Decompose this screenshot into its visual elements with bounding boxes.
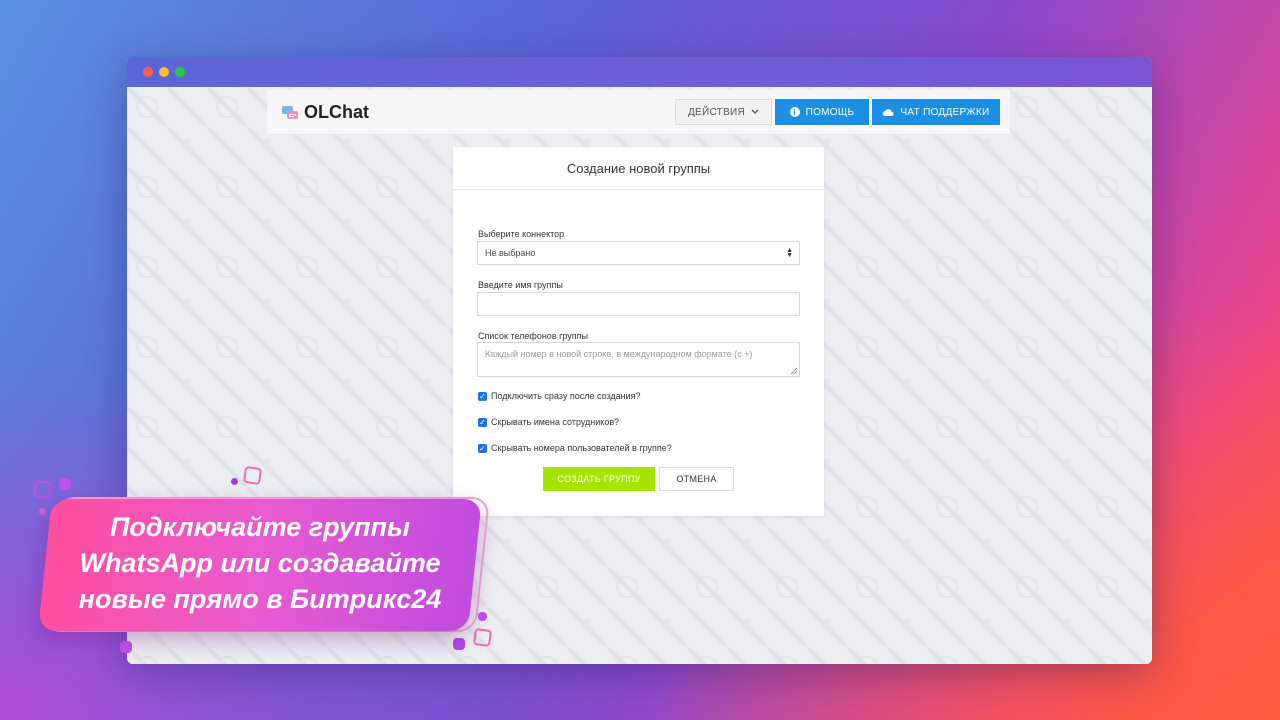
checkbox-connect-after-create[interactable]: ✓ Подключить сразу после создания? [478,391,641,401]
select-arrows-icon: ▲ ▼ [786,247,793,259]
app-header: OLChat ДЕЙСТВИЯ i ПОМОЩЬ ЧАТ ПОДДЕРЖКИ [267,90,1010,135]
resize-grip-icon[interactable] [791,368,797,374]
cancel-button[interactable]: ОТМЕНА [659,467,734,491]
help-label: ПОМОЩЬ [805,106,855,118]
promo-line-1: Подключайте группы [109,512,411,542]
actions-label: ДЕЙСТВИЯ [687,106,746,118]
checkbox-label: Подключить сразу после создания? [491,391,641,401]
checkbox-label: Скрывать имена сотрудников? [491,417,620,427]
minimize-window-button[interactable] [159,67,169,77]
form-title: Создание новой группы [453,147,824,190]
info-icon: i [789,107,800,117]
checkbox-checked-icon[interactable]: ✓ [478,443,487,453]
decor-square [478,612,487,621]
checkbox-checked-icon[interactable]: ✓ [478,417,487,427]
decor-square [32,479,53,500]
window-titlebar [127,57,1152,87]
checkbox-hide-employee-names[interactable]: ✓ Скрывать имена сотрудников? [478,417,619,427]
chat-bubbles-icon [282,106,298,119]
promo-banner-text: Подключайте группы WhatsApp или создавай… [45,509,475,617]
chevron-down-icon [751,109,759,114]
phones-label: Список телефонов группы [478,331,588,341]
promo-line-2: WhatsApp или создавайте [79,548,441,578]
close-window-button[interactable] [143,67,153,77]
connector-select[interactable]: Не выбрано ▲ ▼ [477,241,800,265]
create-group-form: Создание новой группы Выберите коннектор… [453,147,824,516]
support-chat-button[interactable]: ЧАТ ПОДДЕРЖКИ [872,99,1000,125]
checkbox-label: Скрывать номера пользователей в группе? [491,443,672,453]
decor-square [453,638,465,650]
app-logo-text: OLChat [304,102,369,122]
decor-square [242,465,263,486]
create-group-button[interactable]: СОЗДАТЬ ГРУППУ [543,467,655,491]
promo-line-3: новые прямо в Битрикс24 [78,584,442,614]
actions-dropdown-button[interactable]: ДЕЙСТВИЯ [675,99,772,125]
help-button[interactable]: i ПОМОЩЬ [775,99,869,125]
connector-label: Выберите коннектор [478,229,565,239]
decor-square [59,478,71,490]
decor-square [120,641,132,653]
cloud-icon [883,108,895,116]
checkbox-checked-icon[interactable]: ✓ [478,391,487,401]
decor-square [231,478,238,485]
maximize-window-button[interactable] [175,67,185,77]
connector-value: Не выбрано [485,248,536,258]
checkbox-hide-user-numbers[interactable]: ✓ Скрывать номера пользователей в группе… [478,443,672,453]
group-name-label: Введите имя группы [478,280,563,290]
group-name-input[interactable] [477,292,800,316]
decor-square [472,627,493,648]
phones-textarea[interactable]: Каждый номер в новой строке, в междунаро… [477,342,800,377]
support-label: ЧАТ ПОДДЕРЖКИ [900,106,990,118]
phones-placeholder: Каждый номер в новой строке, в междунаро… [485,349,753,359]
